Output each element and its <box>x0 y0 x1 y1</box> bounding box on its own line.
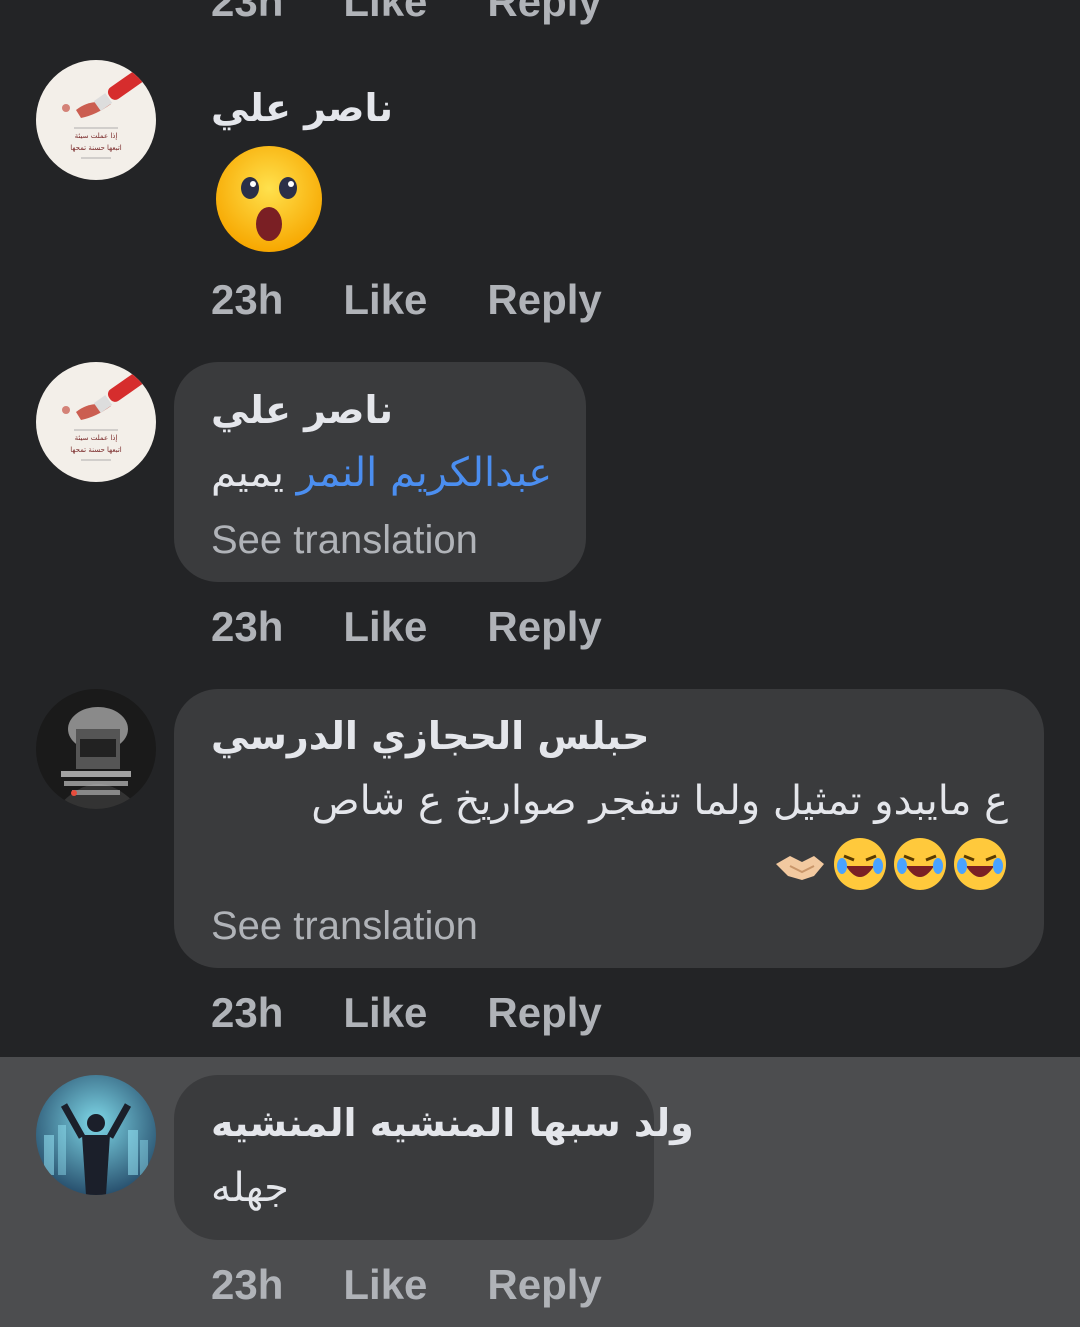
rolling-laughing-face-icon <box>832 836 888 892</box>
reply-button[interactable]: Reply <box>487 989 601 1037</box>
svg-text:إذا عملت سيئة: إذا عملت سيئة <box>75 132 118 140</box>
reply-button[interactable]: Reply <box>487 276 601 324</box>
like-button[interactable]: Like <box>343 989 427 1037</box>
comment-bubble[interactable] <box>174 1075 654 1240</box>
comment-time: 23h <box>211 0 284 25</box>
rolling-laughing-face-icon <box>952 836 1008 892</box>
comment-actions: 23h Like Reply <box>211 276 602 324</box>
svg-text:إذا عملت سيئة: إذا عملت سيئة <box>75 434 118 442</box>
comment-author[interactable]: ناصر علي <box>211 86 393 130</box>
comment-time: 23h <box>211 603 284 650</box>
reply-button[interactable]: Reply <box>487 1261 601 1309</box>
comment-actions-partial: 23h Like Reply <box>211 0 602 26</box>
emoji-row <box>768 836 1008 892</box>
rolling-laughing-face-icon <box>892 836 948 892</box>
comment-author[interactable]: حبلس الحجازي الدرسي <box>211 714 650 758</box>
handshake-icon <box>772 836 828 892</box>
see-translation-link[interactable]: See translation <box>211 904 478 949</box>
reply-button[interactable]: Reply <box>487 0 601 26</box>
comment-text: جهله <box>211 1165 289 1211</box>
mention-link[interactable]: عبدالكريم النمر <box>297 450 552 496</box>
like-button[interactable]: Like <box>343 603 427 651</box>
svg-text:اتبعها حسنة تمحها: اتبعها حسنة تمحها <box>70 144 122 152</box>
comment-text: عبدالكريم النمر يميم <box>211 450 552 496</box>
comment-time: 23h <box>211 1261 284 1308</box>
like-button[interactable]: Like <box>343 1261 427 1309</box>
reply-button[interactable]: Reply <box>487 603 601 651</box>
svg-text:اتبعها حسنة تمحها: اتبعها حسنة تمحها <box>70 446 122 454</box>
comments-thread: 23h Like Reply إذا عملت سيئة اتبعها حسنة… <box>0 0 1080 1327</box>
avatar[interactable]: إذا عملت سيئة اتبعها حسنة تمحها <box>36 60 156 180</box>
comment-actions: 23h Like Reply <box>211 989 602 1037</box>
comment-time: 23h <box>211 276 284 323</box>
like-button[interactable]: Like <box>343 0 427 26</box>
comment-author[interactable]: ناصر علي <box>211 388 393 432</box>
avatar[interactable] <box>36 689 156 809</box>
avatar[interactable]: إذا عملت سيئة اتبعها حسنة تمحها <box>36 362 156 482</box>
comment-time: 23h <box>211 989 284 1036</box>
astonished-face-icon <box>214 144 324 254</box>
comment-text: ع مايبدو تمثيل ولما تنفجر صواريخ ع شاص <box>311 778 1008 824</box>
comment-actions: 23h Like Reply <box>211 1261 602 1309</box>
comment-text-content: يميم <box>211 450 284 496</box>
avatar[interactable] <box>36 1075 156 1195</box>
comment-actions: 23h Like Reply <box>211 603 602 651</box>
like-button[interactable]: Like <box>343 276 427 324</box>
comment-author[interactable]: ولد سبها المنشيه المنشيه <box>211 1101 694 1145</box>
see-translation-link[interactable]: See translation <box>211 518 478 563</box>
